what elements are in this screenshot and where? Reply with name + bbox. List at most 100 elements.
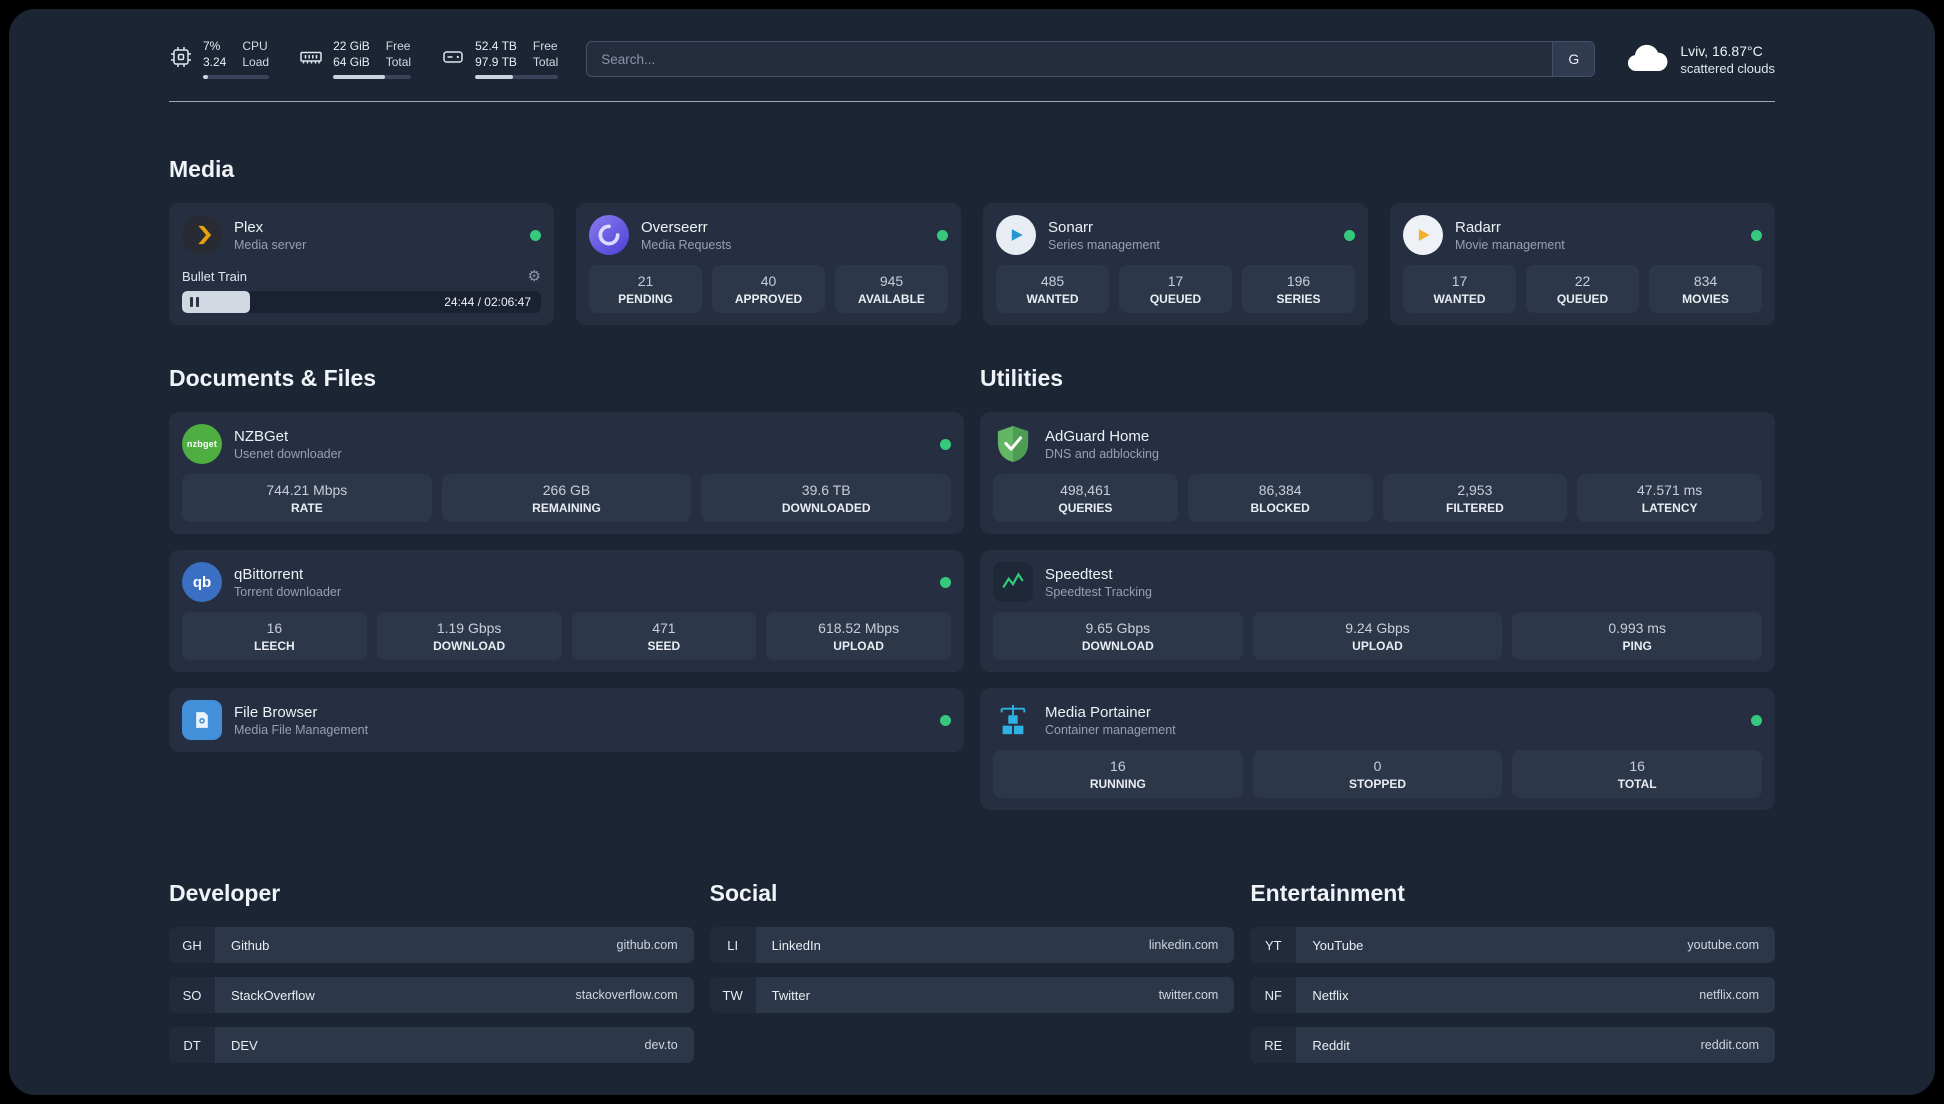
app-card-sonarr[interactable]: Sonarr Series management 485 WANTED 17 Q…	[983, 203, 1368, 325]
system-metrics: 7% 3.24 CPU Load 22 GiB 64 GiB Free Tota…	[169, 39, 559, 79]
plex-icon	[182, 215, 222, 255]
bookmark-linkedin[interactable]: LI LinkedIn linkedin.com	[709, 927, 1235, 963]
card-header: Sonarr Series management	[996, 215, 1355, 255]
bookmark-name: LinkedIn	[771, 937, 821, 953]
app-card-nzbget[interactable]: nzbget NZBGet Usenet downloader 744.21 M…	[169, 412, 964, 534]
bookmark-dev[interactable]: DT DEV dev.to	[169, 1027, 694, 1063]
stat-value: 744.21 Mbps	[266, 482, 348, 498]
bookmark-reddit[interactable]: RE Reddit reddit.com	[1250, 1027, 1775, 1063]
cpu-usage-bar	[203, 75, 270, 79]
search-engine-button[interactable]: G	[1552, 42, 1595, 76]
pause-icon[interactable]	[190, 297, 199, 307]
stat-filtered: 2,953 FILTERED	[1382, 474, 1568, 522]
app-meta: Speedtest Speedtest Tracking	[1045, 566, 1152, 599]
bookmark-name: Netflix	[1312, 987, 1349, 1003]
bookmark-group-social: Social LI LinkedIn linkedin.com TW Twitt…	[709, 852, 1235, 1027]
stat-label: FILTERED	[1445, 501, 1504, 515]
app-meta: File Browser Media File Management	[234, 704, 368, 737]
app-subtitle: Media File Management	[234, 722, 369, 737]
stat-downloaded: 39.6 TB DOWNLOADED	[701, 474, 952, 522]
stat-value: 485	[1040, 273, 1065, 289]
cloud-icon	[1625, 43, 1669, 75]
stats-row: 16 LEECH 1.19 Gbps DOWNLOAD 471 SEED 618…	[182, 612, 951, 660]
playback-bar[interactable]: 24:44 / 02:06:47	[182, 291, 541, 313]
stat-available: 945 AVAILABLE	[835, 265, 948, 313]
disk-icon	[441, 45, 465, 69]
cpu-load-label: Load	[242, 55, 270, 69]
card-header: Radarr Movie management	[1403, 215, 1762, 255]
stat-label: PENDING	[618, 292, 673, 306]
stat-series: 196 SERIES	[1242, 265, 1355, 313]
status-dot	[1344, 229, 1355, 241]
stat-value: 266 GB	[542, 482, 591, 498]
stat-value: 47.571 ms	[1636, 482, 1703, 498]
stat-label: APPROVED	[734, 292, 803, 306]
app-card-speedtest[interactable]: Speedtest Speedtest Tracking 9.65 Gbps D…	[980, 550, 1775, 672]
disk-widget: 52.4 TB 97.9 TB Free Total	[441, 39, 559, 79]
dashboard: 7% 3.24 CPU Load 22 GiB 64 GiB Free Tota…	[9, 9, 1935, 1095]
stat-wanted: 17 WANTED	[1403, 265, 1516, 313]
bookmark-name: Twitter	[771, 987, 810, 1003]
stat-label: UPLOAD	[833, 639, 884, 653]
app-card-plex[interactable]: Plex Media server Bullet Train ⚙ 24:44 /…	[169, 203, 554, 325]
stat-label: PING	[1622, 639, 1652, 653]
app-name: qBittorrent	[234, 565, 304, 583]
gear-icon[interactable]: ⚙	[528, 269, 541, 284]
stat-value: 9.24 Gbps	[1345, 620, 1410, 636]
app-name: Media Portainer	[1045, 703, 1151, 721]
stat-label: QUEUED	[1556, 292, 1609, 306]
stat-label: REMAINING	[532, 501, 601, 515]
status-dot	[940, 714, 951, 726]
linkedin-icon: LI	[709, 927, 756, 963]
adguard-icon	[993, 424, 1033, 464]
stat-rate: 744.21 Mbps RATE	[182, 474, 432, 522]
stat-wanted: 485 WANTED	[996, 265, 1109, 313]
app-card-filebrowser[interactable]: File Browser Media File Management	[169, 688, 964, 752]
search-input[interactable]	[586, 41, 1596, 77]
app-card-qbittorrent[interactable]: qb qBittorrent Torrent downloader 16 LEE…	[169, 550, 964, 672]
ram-widget: 22 GiB 64 GiB Free Total	[299, 39, 412, 79]
app-meta: Overseerr Media Requests	[641, 219, 731, 252]
bookmark-github[interactable]: GH Github github.com	[169, 927, 694, 963]
app-name: NZBGet	[234, 427, 289, 445]
cpu-load-value: 3.24	[203, 55, 227, 69]
bookmark-twitter[interactable]: TW Twitter twitter.com	[709, 977, 1235, 1013]
app-card-adguard[interactable]: AdGuard Home DNS and adblocking 498,461 …	[980, 412, 1775, 534]
stat-queued: 17 QUEUED	[1119, 265, 1232, 313]
status-dot	[940, 576, 951, 588]
stat-pending: 21 PENDING	[589, 265, 702, 313]
bookmark-stackoverflow[interactable]: SO StackOverflow stackoverflow.com	[169, 977, 694, 1013]
ram-free-label: Free	[385, 39, 411, 53]
stat-value: 16	[1629, 758, 1645, 774]
stats-row: 21 PENDING 40 APPROVED 945 AVAILABLE	[589, 265, 948, 313]
bookmark-url: youtube.com	[1687, 938, 1759, 952]
stat-queries: 498,461 QUERIES	[993, 474, 1178, 522]
section-media: Media Plex Media server Bullet Train ⚙ 2…	[169, 156, 1775, 325]
bookmark-youtube[interactable]: YT YouTube youtube.com	[1250, 927, 1775, 963]
app-meta: Media Portainer Container management	[1045, 704, 1176, 737]
app-card-radarr[interactable]: Radarr Movie management 17 WANTED 22 QUE…	[1390, 203, 1775, 325]
stat-label: BLOCKED	[1250, 501, 1310, 515]
app-name: Overseerr	[641, 218, 708, 236]
youtube-icon: YT	[1250, 927, 1297, 963]
app-meta: qBittorrent Torrent downloader	[234, 566, 341, 599]
status-dot	[530, 229, 541, 241]
stat-label: MOVIES	[1682, 292, 1729, 306]
app-card-overseerr[interactable]: Overseerr Media Requests 21 PENDING 40 A…	[576, 203, 961, 325]
section-title-developer: Developer	[169, 880, 281, 906]
disk-total-label: Total	[532, 55, 559, 69]
app-card-portainer[interactable]: Media Portainer Container management 16 …	[980, 688, 1775, 810]
cpu-icon	[169, 45, 193, 69]
sonarr-icon	[996, 215, 1036, 255]
bookmark-name: YouTube	[1312, 937, 1364, 953]
speedtest-icon	[993, 562, 1033, 602]
card-header: Plex Media server	[182, 215, 541, 255]
app-name: File Browser	[234, 703, 318, 721]
dev-icon: DT	[169, 1027, 215, 1063]
ram-total-label: Total	[385, 55, 412, 69]
stat-download: 9.65 Gbps DOWNLOAD	[993, 612, 1243, 660]
cpu-widget: 7% 3.24 CPU Load	[169, 39, 270, 79]
bookmark-netflix[interactable]: NF Netflix netflix.com	[1250, 977, 1775, 1013]
section-utilities: Utilities AdGuard Home DNS and adblockin…	[980, 325, 1775, 826]
stat-value: 9.65 Gbps	[1085, 620, 1151, 636]
